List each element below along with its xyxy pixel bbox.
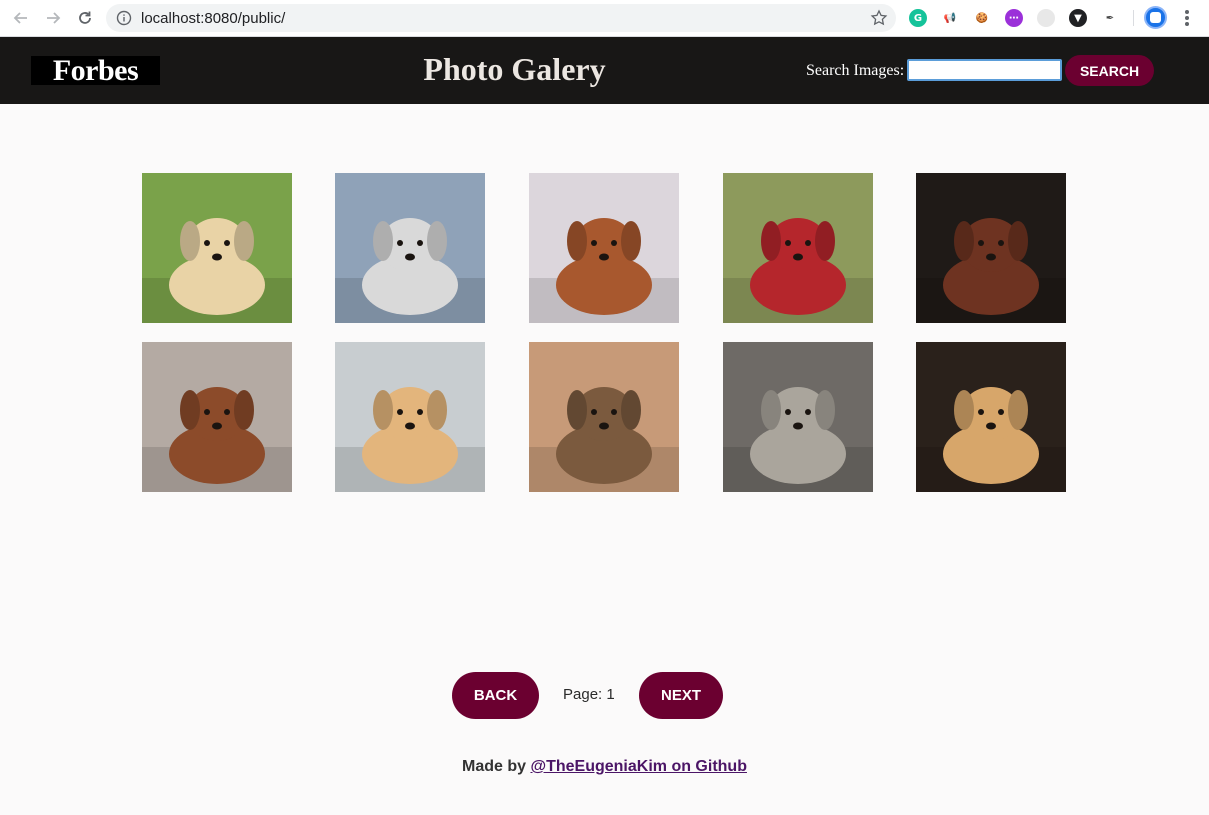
dog-photo-image bbox=[723, 342, 873, 492]
footer-prefix: Made by bbox=[462, 758, 531, 775]
profile-avatar-icon[interactable] bbox=[1144, 6, 1167, 29]
forward-arrow-icon[interactable] bbox=[40, 6, 66, 30]
dog-photo-image bbox=[142, 342, 292, 492]
cookie-icon[interactable]: 🍪 bbox=[973, 9, 991, 27]
back-button[interactable]: BACK bbox=[452, 672, 539, 719]
dog-photo-image bbox=[529, 342, 679, 492]
purple-extension-icon[interactable]: ⋯ bbox=[1005, 9, 1023, 27]
url-text[interactable]: localhost:8080/public/ bbox=[141, 10, 285, 27]
more-menu-icon[interactable] bbox=[1180, 8, 1194, 28]
search-button[interactable]: SEARCH bbox=[1065, 55, 1154, 86]
next-button[interactable]: NEXT bbox=[639, 672, 723, 719]
toolbar-separator bbox=[1133, 10, 1134, 26]
grid-extension-icon[interactable] bbox=[1037, 9, 1055, 27]
megaphone-icon[interactable]: 📢 bbox=[941, 9, 959, 27]
dog-photo-image bbox=[916, 173, 1066, 323]
vpn-icon[interactable]: ▼ bbox=[1069, 9, 1087, 27]
photo-corgi-and-yorkie-running[interactable] bbox=[529, 342, 679, 492]
reload-icon[interactable] bbox=[72, 6, 98, 30]
dog-photo-image bbox=[529, 173, 679, 323]
photo-australian-shepherd-puppies[interactable] bbox=[335, 173, 485, 323]
browser-toolbar: localhost:8080/public/ G 📢 🍪 ⋯ ▼ ✒ bbox=[0, 0, 1209, 37]
photo-puppies-in-red-wagon[interactable] bbox=[723, 173, 873, 323]
page-indicator: Page: 1 bbox=[563, 686, 615, 703]
photo-golden-retriever-puppies[interactable] bbox=[142, 173, 292, 323]
footer: Made by @TheEugeniaKim on Github bbox=[0, 758, 1209, 776]
github-link[interactable]: @TheEugeniaKim on Github bbox=[530, 758, 746, 775]
search-input[interactable] bbox=[907, 59, 1062, 81]
dog-photo-image bbox=[916, 342, 1066, 492]
photo-cavalier-puppy-on-cushion[interactable] bbox=[529, 173, 679, 323]
site-header: Forbes Photo Galery Search Images: SEARC… bbox=[0, 37, 1209, 104]
address-bar[interactable]: localhost:8080/public/ bbox=[106, 4, 896, 32]
photo-mother-dog-with-newborns[interactable] bbox=[723, 342, 873, 492]
photo-cockapoo-puppy[interactable] bbox=[916, 342, 1066, 492]
photo-golden-puppy-red-collar[interactable] bbox=[335, 342, 485, 492]
dog-photo-image bbox=[335, 342, 485, 492]
grammarly-icon[interactable]: G bbox=[909, 9, 927, 27]
photo-gallery bbox=[142, 173, 1066, 492]
photo-yawning-puppy[interactable] bbox=[916, 173, 1066, 323]
feather-icon[interactable]: ✒ bbox=[1101, 9, 1119, 27]
photo-dogs-in-costumes[interactable] bbox=[142, 342, 292, 492]
back-arrow-icon[interactable] bbox=[8, 6, 34, 30]
dog-photo-image bbox=[142, 173, 292, 323]
dog-photo-image bbox=[335, 173, 485, 323]
search-label: Search Images: bbox=[806, 62, 905, 79]
info-icon[interactable] bbox=[116, 10, 132, 26]
bookmark-star-icon[interactable] bbox=[870, 9, 888, 27]
dog-photo-image bbox=[723, 173, 873, 323]
